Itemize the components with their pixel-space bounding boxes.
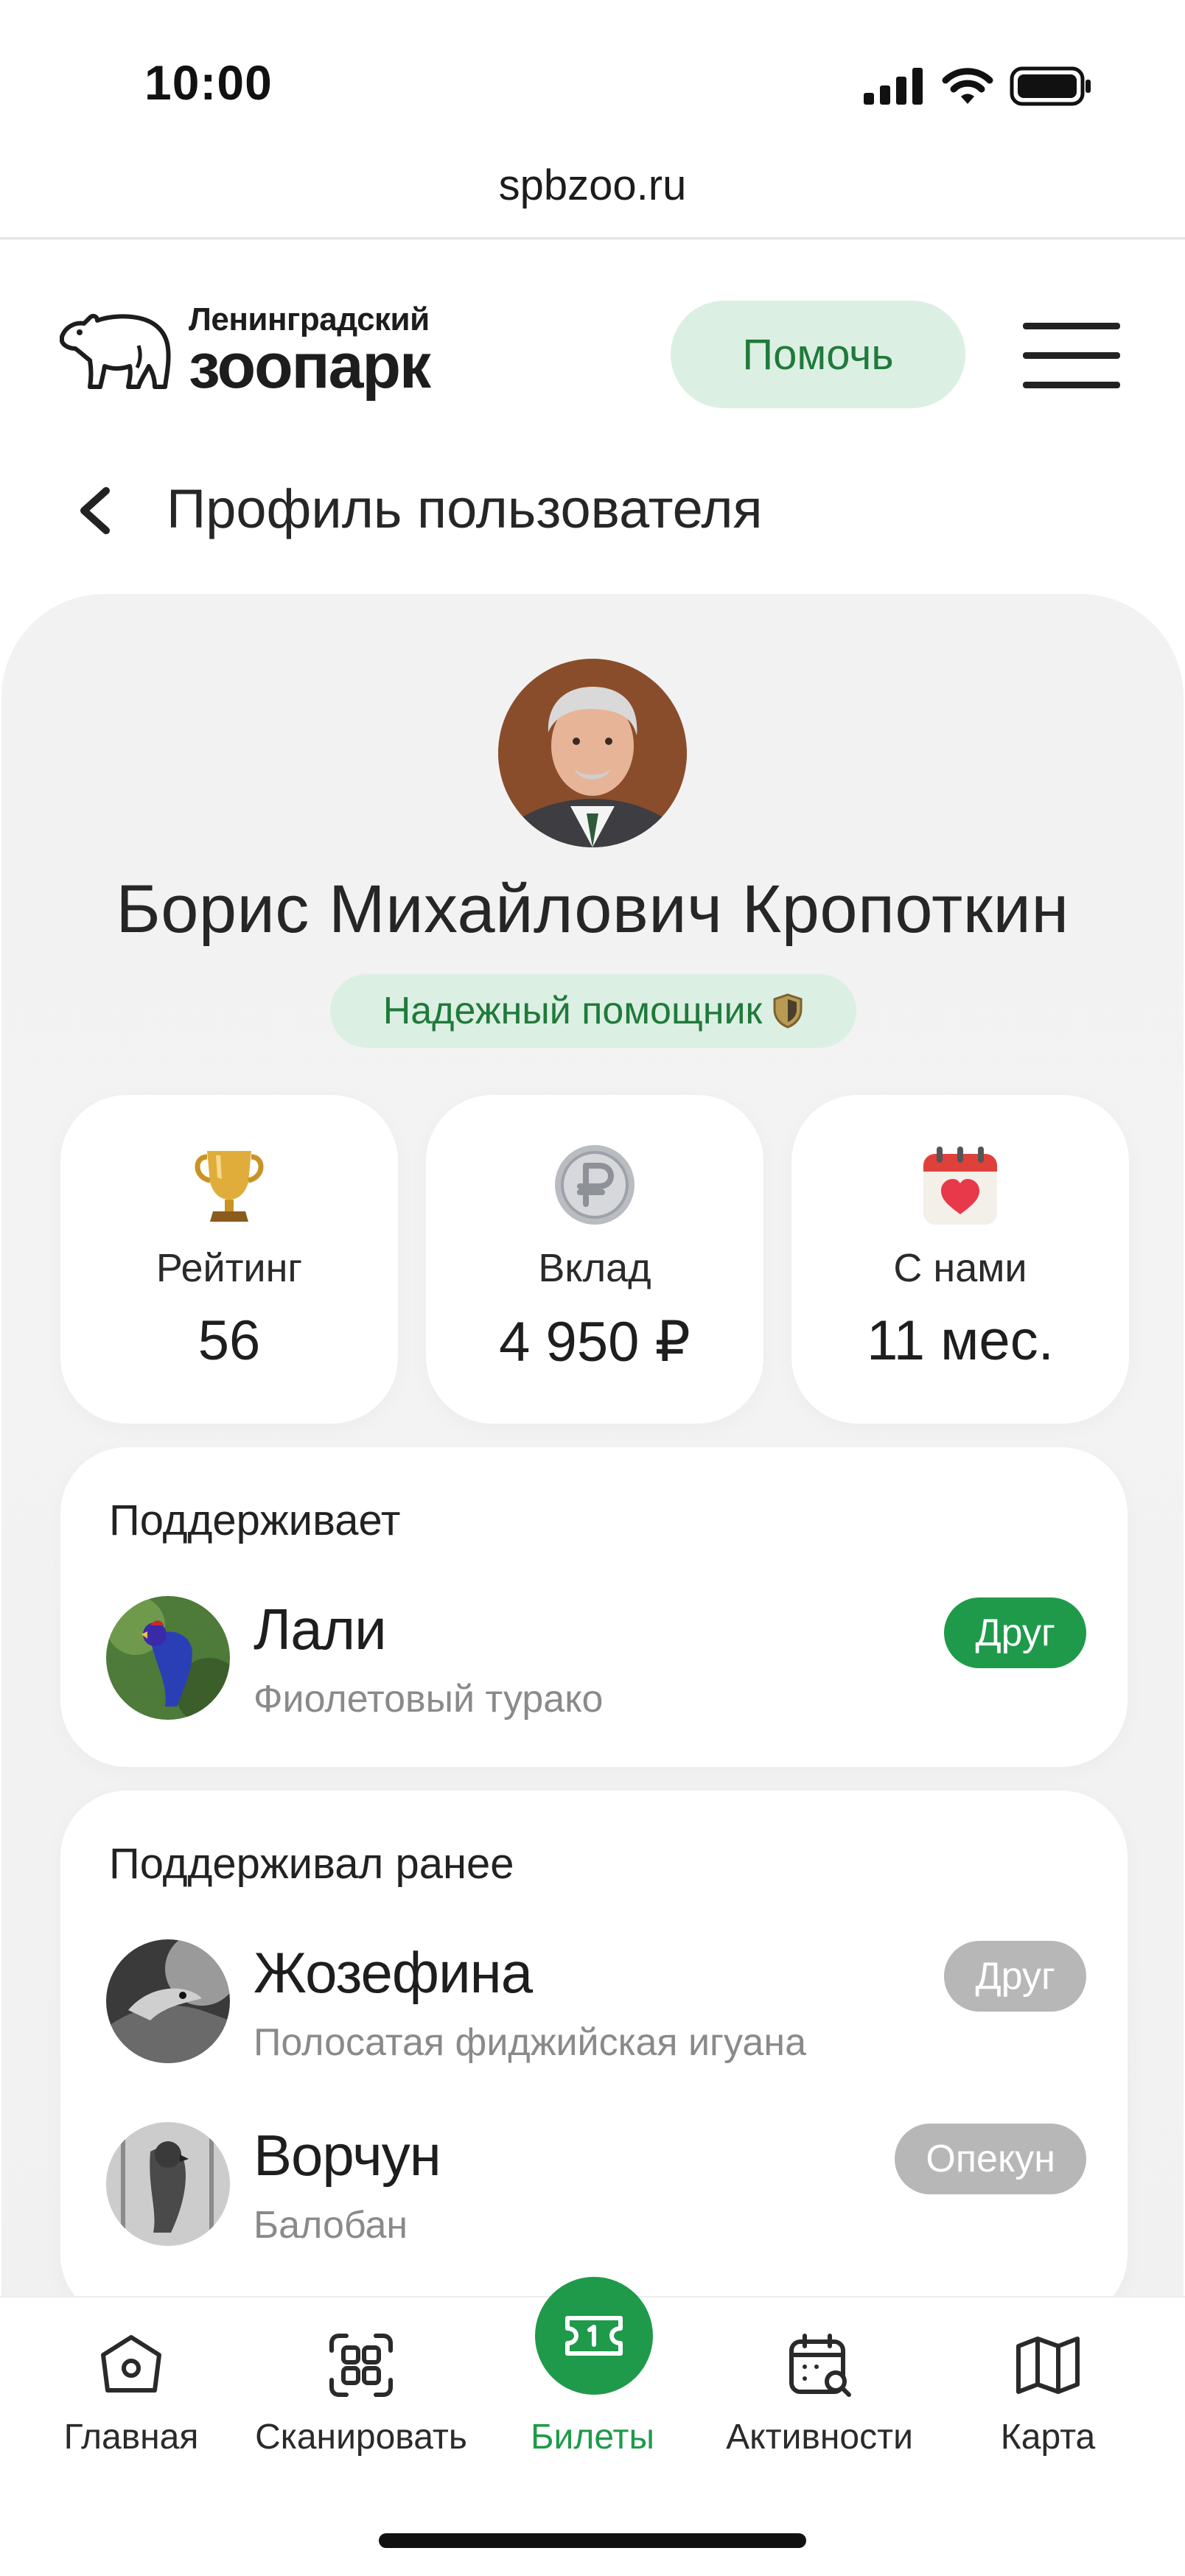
- turaco-image: [106, 1596, 230, 1720]
- nav-label: Билеты: [531, 2418, 654, 2457]
- menu-line: [1023, 352, 1120, 359]
- user-status-badge: Надежный помощник: [330, 974, 856, 1048]
- stat-card-contribution: Вклад 4 950 ₽: [426, 1095, 763, 1424]
- nav-label: Карта: [1000, 2418, 1096, 2457]
- stat-value: 4 950 ₽: [499, 1311, 691, 1373]
- calendar-heart-icon: [923, 1147, 997, 1225]
- friend-tag: Друг: [944, 1597, 1086, 1668]
- animal-name: Жозефина: [254, 1940, 533, 2005]
- signal-icon: [864, 68, 923, 105]
- shield-icon: [773, 993, 803, 1029]
- logo-line2: зоопарк: [189, 331, 431, 402]
- logo-text: Ленинградский зоопарк: [189, 304, 431, 402]
- battery-icon: [1010, 66, 1091, 106]
- falcon-image: [106, 2122, 230, 2246]
- page-title: Профиль пользователя: [167, 478, 763, 539]
- zoo-logo[interactable]: Ленинградский зоопарк: [57, 304, 431, 402]
- user-portrait-image: [498, 659, 687, 847]
- status-time: 10:00: [144, 55, 273, 110]
- home-icon: [101, 2335, 161, 2393]
- ruble-coin-icon: [555, 1145, 635, 1225]
- ticket-icon: [565, 2316, 623, 2356]
- menu-line: [1023, 382, 1120, 388]
- animal-row[interactable]: Лали Фиолетовый турако Друг: [106, 1596, 1086, 1721]
- status-icons: [862, 66, 1092, 106]
- animal-name: Лали: [254, 1597, 387, 1662]
- animal-row[interactable]: Ворчун Балобан Опекун: [106, 2122, 1086, 2247]
- user-name: Борис Михайлович Кропоткин: [116, 872, 1069, 947]
- trophy-icon: [195, 1151, 264, 1222]
- guardian-tag: Опекун: [895, 2124, 1086, 2194]
- url-divider: [0, 237, 1185, 239]
- nav-label: Главная: [63, 2418, 199, 2457]
- wifi-icon: [942, 68, 993, 104]
- stat-card-membership: С нами 11 мес.: [791, 1095, 1129, 1424]
- tickets-button[interactable]: [535, 2277, 653, 2395]
- animal-avatar: [106, 2122, 230, 2246]
- section-title: Поддерживал ранее: [109, 1840, 514, 1888]
- animal-species: Балобан: [254, 2204, 408, 2247]
- section-title: Поддерживает: [109, 1497, 401, 1544]
- calendar-search-icon: [789, 2334, 851, 2397]
- animal-row[interactable]: Жозефина Полосатая фиджийская игуана Дру…: [106, 1939, 1086, 2065]
- back-chevron-icon[interactable]: [74, 485, 118, 536]
- stat-card-rating: Рейтинг 56: [60, 1095, 398, 1424]
- polar-bear-icon: [60, 313, 171, 389]
- supports-card: Поддерживает Лали Фиолетовый турако Друг: [60, 1447, 1128, 1767]
- phone-screen: 10:00 spbzoo.ru Ленинградский зоопарк По…: [0, 0, 1185, 2576]
- stats-row: Рейтинг 56 Вклад 4 950 ₽ С нами 11 мес.: [60, 1095, 1129, 1424]
- user-avatar: [498, 659, 687, 847]
- nav-item-map[interactable]: Карта: [937, 2330, 1158, 2457]
- site-header: Ленинградский зоопарк Помочь: [0, 240, 1185, 461]
- animal-avatar: [106, 1596, 230, 1720]
- home-indicator: [379, 2533, 806, 2548]
- url-bar[interactable]: spbzoo.ru: [0, 161, 1185, 210]
- profile-card: Борис Михайлович Кропоткин Надежный помо…: [1, 594, 1184, 2362]
- nav-label: Активности: [726, 2418, 913, 2457]
- friend-tag: Друг: [944, 1941, 1086, 2012]
- animal-species: Фиолетовый турако: [254, 1678, 604, 1721]
- iguana-image: [106, 1939, 230, 2063]
- nav-item-scan[interactable]: Сканировать: [251, 2330, 472, 2457]
- nav-label: Сканировать: [255, 2418, 467, 2457]
- supported-before-card: Поддерживал ранее Жозефина Полосатая фид…: [60, 1791, 1128, 2321]
- title-row: Профиль пользователя: [0, 469, 1185, 550]
- nav-item-home[interactable]: Главная: [21, 2330, 242, 2457]
- map-icon: [1016, 2337, 1080, 2394]
- stat-value: 11 мес.: [867, 1309, 1054, 1372]
- badge-label: Надежный помощник: [382, 990, 763, 1032]
- animal-avatar: [106, 1939, 230, 2063]
- menu-line: [1023, 323, 1120, 329]
- nav-item-activities[interactable]: Активности: [709, 2330, 930, 2457]
- stat-label: Рейтинг: [155, 1246, 303, 1290]
- status-bar: 10:00: [0, 0, 1185, 162]
- animal-species: Полосатая фиджийская игуана: [254, 2021, 806, 2064]
- stat-label: Вклад: [538, 1246, 651, 1290]
- stat-value: 56: [198, 1309, 261, 1372]
- stat-label: С нами: [893, 1246, 1027, 1290]
- animal-name: Ворчун: [254, 2123, 441, 2188]
- scan-icon: [329, 2334, 393, 2397]
- menu-icon[interactable]: [1023, 323, 1120, 389]
- help-button[interactable]: Помочь: [671, 301, 965, 408]
